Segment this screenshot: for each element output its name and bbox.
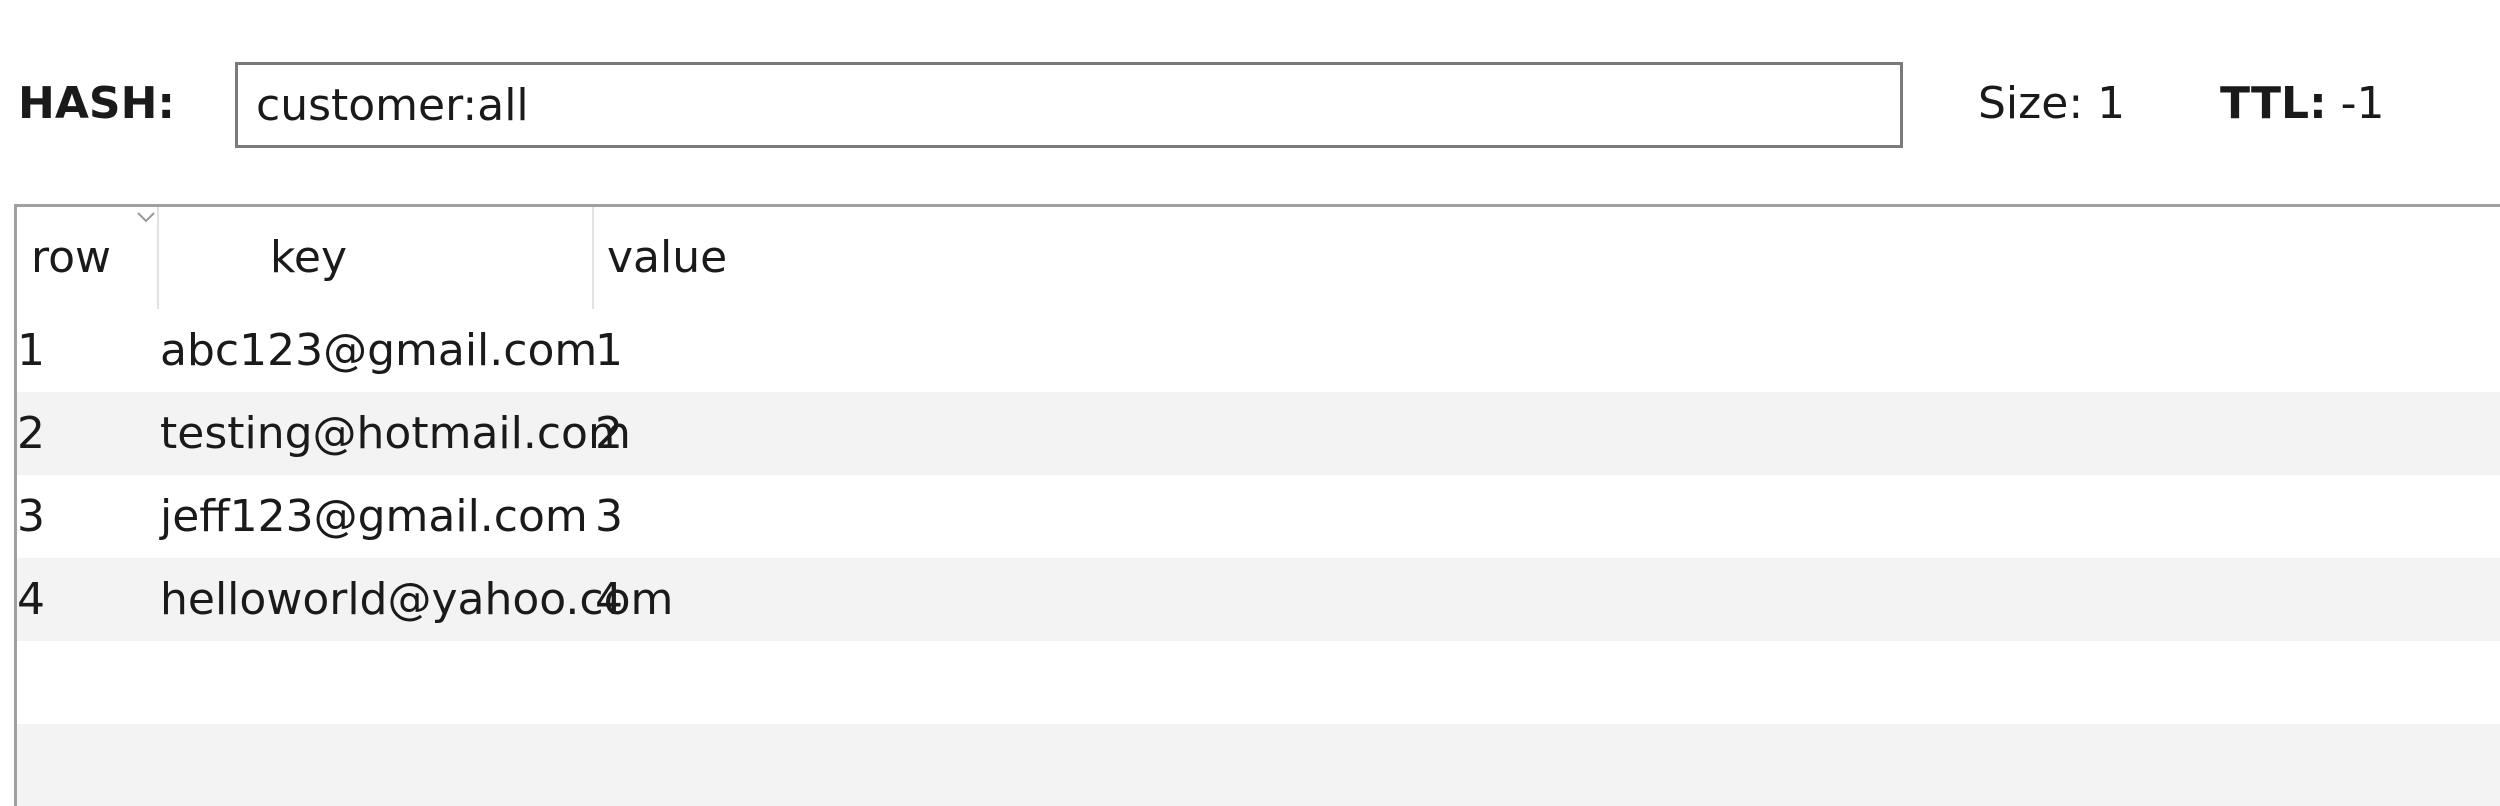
key-cell: abc123@gmail.com	[160, 325, 598, 376]
row-number-cell: 3	[17, 491, 45, 542]
row-number-cell: 1	[17, 325, 45, 376]
chevron-down-icon	[137, 212, 155, 223]
key-cell: jeff123@gmail.com	[160, 491, 588, 542]
table-row[interactable]: 4 helloworld@yahoo.com 4	[17, 558, 2500, 641]
hash-label: HASH:	[18, 78, 175, 129]
hash-table: row key value 1 abc123@gmail.com 1 2 tes…	[14, 204, 2500, 806]
value-cell: 3	[595, 491, 623, 542]
value-cell: 1	[595, 325, 623, 376]
table-row[interactable]: 2 testing@hotmail.com 2	[17, 392, 2500, 475]
value-cell: 2	[595, 408, 623, 459]
hash-viewer: HASH: Size: 1 TTL: -1 row key value 1 ab…	[0, 0, 2500, 806]
ttl-label: TTL:	[2220, 78, 2327, 129]
column-header-key[interactable]: key	[270, 207, 347, 309]
ttl-value: -1	[2340, 78, 2385, 129]
size-label: Size: 1	[1978, 78, 2126, 129]
table-body: 1 abc123@gmail.com 1 2 testing@hotmail.c…	[17, 309, 2500, 806]
key-cell: testing@hotmail.com	[160, 408, 631, 459]
key-header: HASH: Size: 1 TTL: -1	[0, 60, 2500, 160]
empty-row	[17, 724, 2500, 806]
value-cell: 4	[595, 574, 623, 625]
empty-row	[17, 641, 2500, 724]
column-divider[interactable]	[157, 207, 159, 309]
row-number-cell: 4	[17, 574, 45, 625]
table-row[interactable]: 3 jeff123@gmail.com 3	[17, 475, 2500, 558]
column-divider[interactable]	[592, 207, 594, 309]
hash-key-input[interactable]	[235, 62, 1903, 148]
column-header-row: row key value	[17, 207, 2500, 309]
ttl-group: TTL: -1	[2220, 78, 2385, 129]
row-number-cell: 2	[17, 408, 45, 459]
table-row[interactable]: 1 abc123@gmail.com 1	[17, 309, 2500, 392]
column-header-value[interactable]: value	[607, 207, 727, 309]
column-header-row-number[interactable]: row	[31, 207, 111, 309]
